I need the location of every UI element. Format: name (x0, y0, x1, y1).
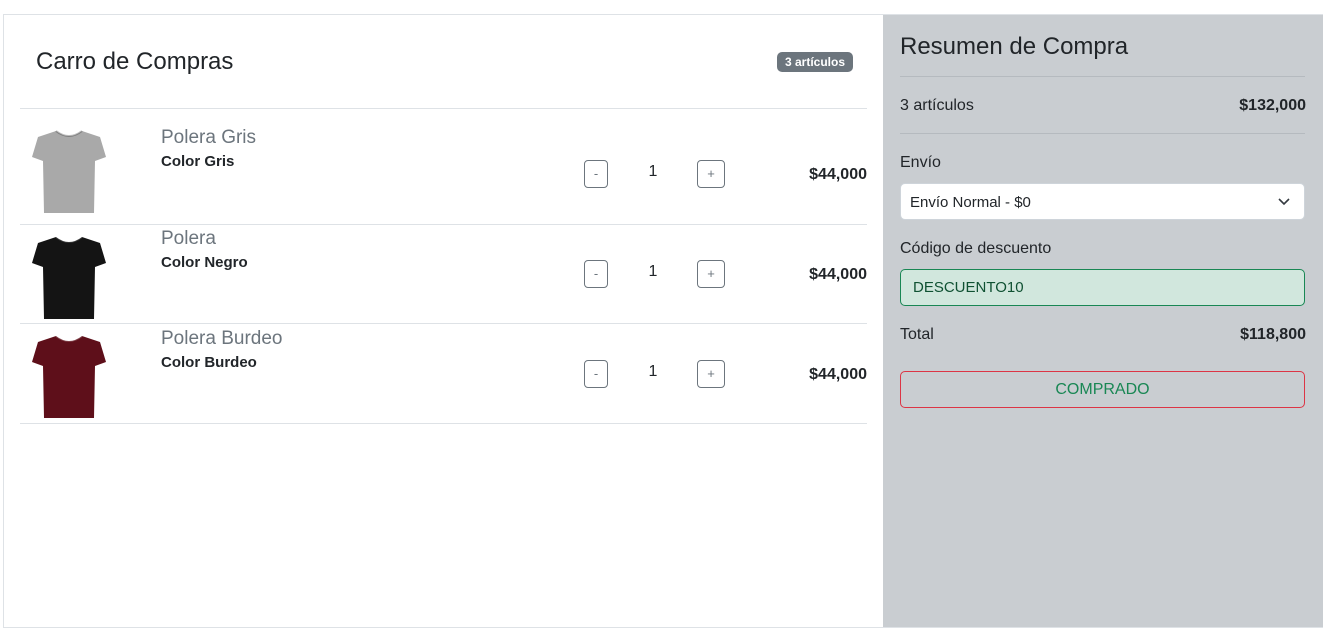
tshirt-icon (32, 335, 106, 418)
product-image (28, 127, 110, 215)
product-image (28, 332, 110, 420)
increase-qty-button[interactable]: + (697, 360, 725, 388)
decrease-qty-button[interactable]: - (584, 260, 608, 288)
decrease-qty-button[interactable]: - (584, 160, 608, 188)
product-color: Color Gris (161, 153, 235, 170)
shipping-selected-value: Envío Normal - $0 (910, 194, 1031, 211)
items-count-label: 3 artículos (900, 97, 974, 114)
divider (900, 133, 1305, 134)
tshirt-icon (32, 236, 106, 319)
discount-code-input[interactable] (900, 269, 1305, 306)
shopping-cart-card: Carro de Compras 3 artículos Polera Gris… (3, 14, 1323, 628)
discount-label: Código de descuento (900, 240, 1052, 257)
product-color: Color Burdeo (161, 354, 257, 371)
cart-title: Carro de Compras (36, 48, 234, 75)
quantity-value: 1 (648, 163, 658, 180)
product-price: $44,000 (809, 366, 867, 383)
cart-item-row: Polera Color Negro - 1 + $44,000 (20, 224, 867, 324)
product-price: $44,000 (809, 166, 867, 183)
order-summary-panel: Resumen de Compra 3 artículos $132,000 E… (883, 15, 1323, 627)
cart-panel: Carro de Compras 3 artículos Polera Gris… (4, 15, 883, 627)
product-price: $44,000 (809, 266, 867, 283)
product-color: Color Negro (161, 254, 248, 271)
shipping-label: Envío (900, 154, 941, 171)
cart-item-row: Polera Burdeo Color Burdeo - 1 + $44,000 (20, 323, 867, 424)
quantity-value: 1 (648, 363, 658, 380)
tshirt-icon (32, 130, 106, 213)
summary-title: Resumen de Compra (900, 33, 1129, 60)
shipping-select[interactable]: Envío Normal - $0 (900, 183, 1305, 220)
quantity-value: 1 (648, 263, 658, 280)
decrease-qty-button[interactable]: - (584, 360, 608, 388)
increase-qty-button[interactable]: + (697, 160, 725, 188)
product-name: Polera (161, 228, 216, 249)
total-label: Total (900, 326, 934, 343)
product-name: Polera Gris (161, 127, 257, 148)
item-count-badge: 3 artículos (777, 52, 854, 72)
total-value: $118,800 (1240, 326, 1306, 343)
product-name: Polera Burdeo (161, 328, 283, 349)
increase-qty-button[interactable]: + (697, 260, 725, 288)
product-image (28, 233, 110, 321)
items-subtotal: $132,000 (1239, 97, 1306, 114)
divider (900, 76, 1305, 77)
chevron-down-icon (1278, 198, 1290, 206)
cart-item-row: Polera Gris Color Gris - 1 + $44,000 (20, 108, 867, 213)
purchase-button[interactable]: COMPRADO (900, 371, 1305, 408)
